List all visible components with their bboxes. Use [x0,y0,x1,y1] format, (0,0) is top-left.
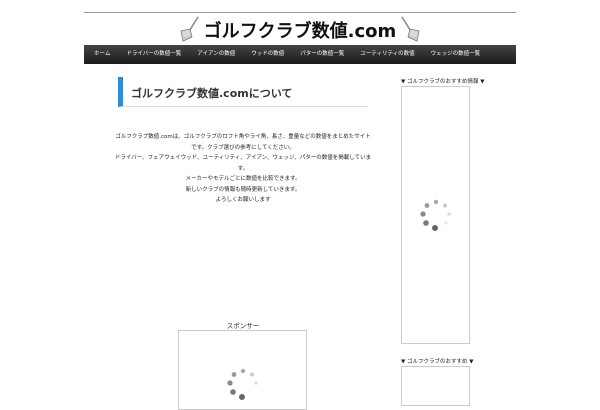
sidebar-ad-slot-1[interactable] [401,86,470,344]
golf-club-right-icon [401,16,420,42]
site-logo-text: ゴルフクラブ数値.com [203,21,397,42]
page-title: ゴルフクラブ数値.comについて [118,77,368,107]
page-title-text: ゴルフクラブ数値.comについて [131,87,293,100]
nav-item-wedge[interactable]: ウェッジの数値一覧 [421,45,487,64]
nav-item-iron[interactable]: アイアンの数値 [187,45,241,64]
ad-label: スポンサー [226,322,260,330]
site-logo[interactable]: ゴルフクラブ数値.com [84,14,516,46]
intro-line: 新しいクラブの情報も随時更新していきます。 [185,186,301,193]
sidebar-ad-slot-2[interactable] [401,366,470,406]
intro-line: ゴルフクラブ数値.comは、ゴルフクラブのロフト角やライ角、長さ、重量などの数値… [115,134,371,151]
intro-line: メーカーやモデルごとに数値を比較できます。 [185,176,301,182]
sidebar-box-2-label: ▼ ゴルフクラブのおすすめ ▼ [401,359,474,365]
header-top-rule [84,12,516,13]
nav-item-utility[interactable]: ユーティリティの数値 [350,45,420,64]
nav-item-driver[interactable]: ドライバーの数値一覧 [116,45,187,64]
nav-item-putter[interactable]: パターの数値一覧 [290,45,350,64]
sidebar-box-1-label: ▼ ゴルフクラブのおすすめ情報 ▼ [401,79,485,85]
ad-slot-main[interactable] [178,330,307,410]
nav-item-home[interactable]: ホーム [84,45,116,64]
intro-text: ゴルフクラブ数値.comは、ゴルフクラブのロフト角やライ角、長さ、重量などの数値… [114,132,372,206]
main-navigation: ホーム ドライバーの数値一覧 アイアンの数値 ウッドの数値 パターの数値一覧 ユ… [84,45,516,64]
nav-item-wood[interactable]: ウッドの数値 [241,45,290,64]
loading-spinner-icon [420,199,451,231]
intro-line: よろしくお願いします [215,197,271,203]
golf-club-left-icon [180,16,199,42]
loading-spinner-icon [227,368,258,400]
intro-line: ドライバー、フェアウェイウッド、ユーティリティ、アイアン、ウェッジ、パターの数値… [114,155,372,172]
